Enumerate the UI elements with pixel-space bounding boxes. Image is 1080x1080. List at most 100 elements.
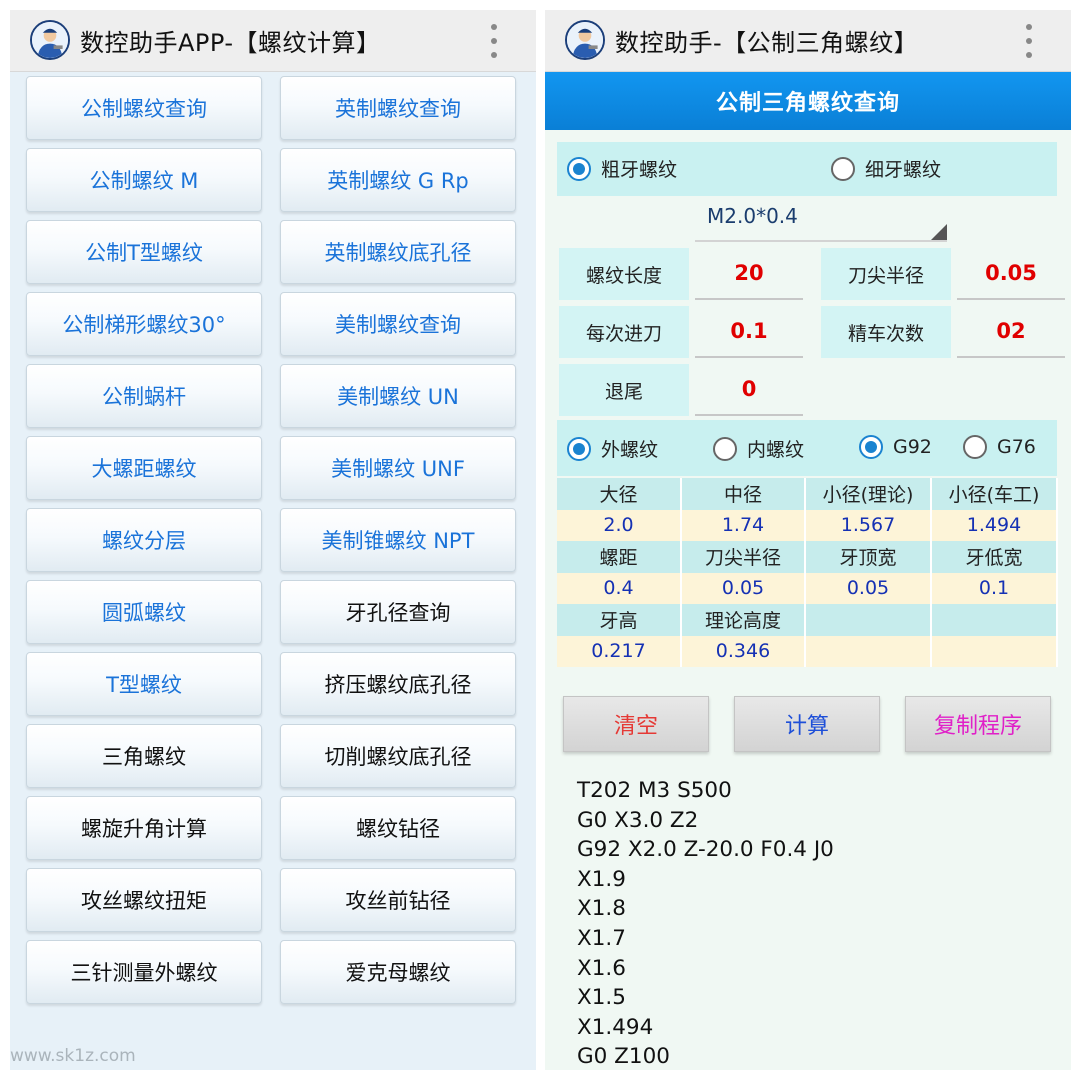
thread-menu-button[interactable]: 美制螺纹 UN [280, 364, 516, 428]
radio-checked-icon [567, 436, 591, 461]
action-button-row: 清空 计算 复制程序 [563, 696, 1053, 752]
tip-radius-label: 刀尖半径 [821, 248, 951, 300]
watermark-text: www.sk1z.com [10, 1046, 136, 1066]
clear-button[interactable]: 清空 [563, 696, 709, 752]
thread-menu-button[interactable]: 公制梯形螺纹30° [26, 292, 262, 356]
thread-menu-button[interactable]: 公制螺纹查询 [26, 76, 262, 140]
fine-thread-radio[interactable]: 细牙螺纹 [831, 155, 941, 182]
thread-menu-button[interactable]: 切削螺纹底孔径 [280, 724, 516, 788]
thread-menu-button[interactable]: 牙孔径查询 [280, 580, 516, 644]
runout-field[interactable]: 0 [695, 364, 803, 416]
table-header-cell: 牙低宽 [931, 541, 1058, 573]
overflow-menu-icon[interactable] [488, 24, 500, 58]
table-header-cell: 大径 [557, 478, 682, 510]
table-row: 2.0 1.74 1.567 1.494 [557, 509, 1058, 541]
thread-menu-button[interactable]: 英制螺纹底孔径 [280, 220, 516, 284]
feed-per-pass-field[interactable]: 0.1 [695, 306, 803, 358]
thread-menu-button[interactable]: 英制螺纹 G Rp [280, 148, 516, 212]
table-header-cell: 中径 [681, 478, 806, 510]
radio-label: 外螺纹 [601, 439, 659, 461]
mode-radio-group: 外螺纹 内螺纹 G92 G76 [557, 420, 1057, 476]
table-value-cell: 0.346 [681, 635, 806, 667]
table-value-cell: 0.05 [681, 572, 806, 604]
thread-menu-button[interactable]: T型螺纹 [26, 652, 262, 716]
feed-per-pass-label: 每次进刀 [559, 306, 689, 358]
coarse-thread-radio[interactable]: 粗牙螺纹 [567, 155, 677, 182]
table-value-cell [931, 635, 1058, 667]
thread-menu-button[interactable]: 三角螺纹 [26, 724, 262, 788]
app-title: 数控助手APP-【螺纹计算】 [80, 29, 381, 57]
thread-menu-button[interactable]: 爱克母螺纹 [280, 940, 516, 1004]
table-header-cell: 螺距 [557, 541, 682, 573]
thread-length-label: 螺纹长度 [559, 248, 689, 300]
machinist-logo-icon [30, 20, 70, 60]
table-header-cell [931, 604, 1058, 636]
table-row: 牙高 理论高度 [557, 604, 1058, 636]
gcode-line: X1.9 [577, 866, 626, 892]
app-title-bar: 数控助手-【公制三角螺纹】 [545, 10, 1071, 72]
g92-radio[interactable]: G92 [859, 435, 932, 459]
table-header-cell: 牙高 [557, 604, 682, 636]
thread-results-table: 大径 中径 小径(理论) 小径(车工) 2.0 1.74 1.567 1.494… [557, 478, 1058, 667]
table-row: 0.217 0.346 [557, 635, 1058, 667]
finish-passes-label: 精车次数 [821, 306, 951, 358]
gcode-line: X1.6 [577, 955, 626, 981]
table-header-cell: 刀尖半径 [681, 541, 806, 573]
finish-passes-field[interactable]: 02 [957, 306, 1065, 358]
radio-label: 粗牙螺纹 [601, 159, 678, 181]
thread-menu-button[interactable]: 螺纹钻径 [280, 796, 516, 860]
thread-menu-button[interactable]: 三针测量外螺纹 [26, 940, 262, 1004]
thread-menu-button[interactable]: 公制螺纹 M [26, 148, 262, 212]
radio-checked-icon [567, 156, 591, 181]
thread-menu-button[interactable]: 螺旋升角计算 [26, 796, 262, 860]
thread-menu-button[interactable]: 英制螺纹查询 [280, 76, 516, 140]
dropdown-corner-icon [931, 224, 947, 240]
table-header-cell: 小径(理论) [805, 478, 932, 510]
table-value-cell: 1.74 [681, 509, 806, 541]
app-title-bar: 数控助手APP-【螺纹计算】 [10, 10, 536, 72]
radio-label: G76 [997, 436, 1036, 458]
table-header-cell: 牙顶宽 [805, 541, 932, 573]
tip-radius-field[interactable]: 0.05 [957, 248, 1065, 300]
metric-thread-screen: 数控助手-【公制三角螺纹】 公制三角螺纹查询 粗牙螺纹 细牙螺纹 M2.0*0.… [545, 10, 1071, 1070]
gcode-line: X1.7 [577, 925, 626, 951]
runout-label: 退尾 [559, 364, 689, 416]
thread-menu-button[interactable]: 公制T型螺纹 [26, 220, 262, 284]
gcode-line: X1.5 [577, 985, 626, 1011]
thread-type-radio-group: 粗牙螺纹 细牙螺纹 [557, 142, 1057, 196]
thread-menu-button[interactable]: 公制蜗杆 [26, 364, 262, 428]
gcode-line: X1.494 [577, 1014, 654, 1040]
radio-label: G92 [893, 436, 932, 458]
table-value-cell: 1.567 [805, 509, 932, 541]
thread-menu-button[interactable]: 挤压螺纹底孔径 [280, 652, 516, 716]
g76-radio[interactable]: G76 [963, 435, 1036, 459]
copy-program-button[interactable]: 复制程序 [905, 696, 1051, 752]
external-thread-radio[interactable]: 外螺纹 [567, 435, 658, 462]
table-row: 0.4 0.05 0.05 0.1 [557, 572, 1058, 604]
thread-calc-menu-screen: 数控助手APP-【螺纹计算】 公制螺纹查询 英制螺纹查询 公制螺纹 M 英制螺纹 G … [10, 10, 536, 1070]
thread-menu-button[interactable]: 大螺距螺纹 [26, 436, 262, 500]
thread-menu-button[interactable]: 美制螺纹查询 [280, 292, 516, 356]
thread-menu-button[interactable]: 螺纹分层 [26, 508, 262, 572]
thread-menu-button[interactable]: 攻丝螺纹扭矩 [26, 868, 262, 932]
section-title: 公制三角螺纹查询 [545, 72, 1071, 130]
table-row: 大径 中径 小径(理论) 小径(车工) [557, 478, 1058, 510]
table-value-cell: 0.05 [805, 572, 932, 604]
overflow-menu-icon[interactable] [1023, 24, 1035, 58]
thread-length-field[interactable]: 20 [695, 248, 803, 300]
radio-unchecked-icon [963, 435, 987, 459]
radio-label: 细牙螺纹 [865, 159, 942, 181]
gcode-line: T202 M3 S500 [577, 778, 732, 803]
gcode-line: X1.8 [577, 896, 626, 922]
thread-menu-button[interactable]: 美制锥螺纹 NPT [280, 508, 516, 572]
gcode-program-output: T202 M3 S500 G0 X3.0 Z2 G92 X2.0 Z-20.0 F0… [577, 776, 834, 1070]
thread-spec-value: M2.0*0.4 [707, 204, 798, 228]
thread-menu-button[interactable]: 圆弧螺纹 [26, 580, 262, 644]
thread-spec-select[interactable]: M2.0*0.4 [695, 196, 947, 242]
thread-menu-button[interactable]: 美制螺纹 UNF [280, 436, 516, 500]
table-value-cell: 0.217 [557, 635, 682, 667]
calculate-button[interactable]: 计算 [734, 696, 880, 752]
table-header-cell: 理论高度 [681, 604, 806, 636]
internal-thread-radio[interactable]: 内螺纹 [713, 435, 804, 462]
thread-menu-button[interactable]: 攻丝前钻径 [280, 868, 516, 932]
